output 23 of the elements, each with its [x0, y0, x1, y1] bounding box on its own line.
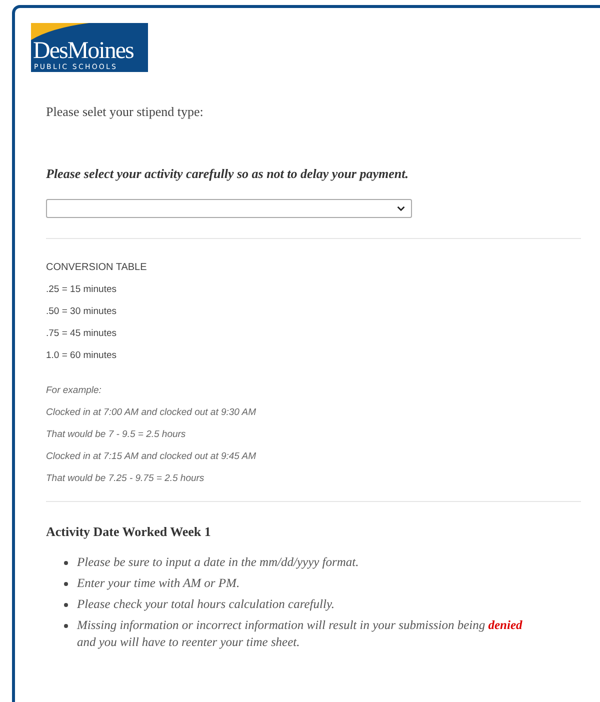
table-title: CONVERSION TABLE — [46, 262, 148, 273]
conversion-row-text: .50 = 30 minutes — [46, 305, 118, 318]
activity-select[interactable] — [46, 199, 412, 218]
conversion-row-text: .75 = 45 minutes — [46, 327, 118, 340]
example-line: Clocked in at 7:00 AM and clocked out at 9:30 AM — [46, 406, 257, 419]
example-line: That would be 7 - 9.5 = 2.5 hours — [46, 428, 187, 441]
conversion-row-text: 1.0 = 60 minutes — [46, 349, 118, 362]
instruction-item: Missing information or incorrect information will result in your submission being denied and you will have to reenter your time sheet. — [77, 617, 524, 651]
example-line: That would be 7.25 - 9.75 = 2.5 hours — [46, 472, 206, 485]
conversion-row-text: .25 = 15 minutes — [46, 283, 118, 296]
chevron-down-icon — [397, 206, 405, 211]
stipend-prompt: Please selet your stipend type: — [46, 104, 204, 120]
instruction-item: Please check your total hours calculation carefully. — [77, 596, 334, 613]
example-title: For example: — [46, 384, 102, 397]
bullet-icon — [64, 561, 68, 565]
bullet-icon — [64, 624, 68, 628]
instruction-item: Enter your time with AM or PM. — [77, 575, 240, 592]
example-line: Clocked in at 7:15 AM and clocked out at 9:45 AM — [46, 450, 257, 463]
instruction-item: Please be sure to input a date in the mm/dd/yyyy format. — [77, 554, 359, 571]
activity-notice: Please select your activity carefully so as not to delay your payment. — [46, 166, 410, 182]
section-heading: Activity Date Worked Week 1 — [46, 524, 212, 540]
bullet-icon — [64, 603, 68, 607]
bullet-icon — [64, 582, 68, 586]
